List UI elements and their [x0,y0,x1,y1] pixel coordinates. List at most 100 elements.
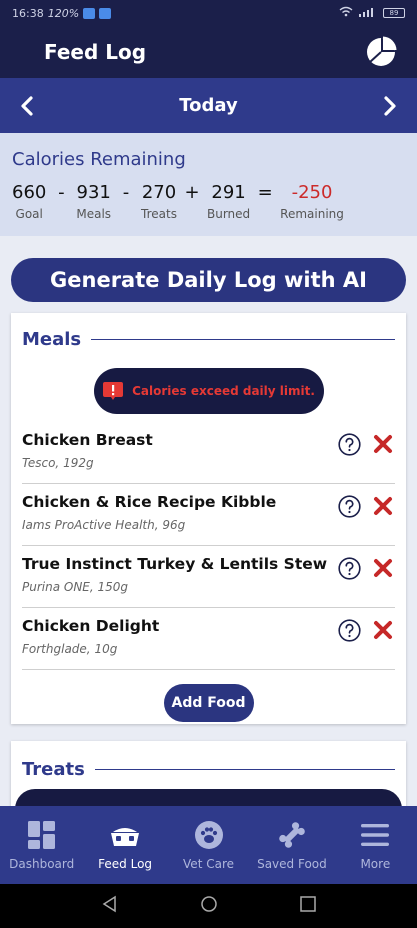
question-icon [338,618,361,642]
food-actions [338,432,395,456]
battery-icon: 89 [383,8,405,18]
food-actions [338,556,395,580]
back-button[interactable] [101,895,119,917]
page-title: Feed Log [44,40,147,64]
help-button[interactable] [338,494,361,518]
signal-icon [359,7,377,20]
calorie-label: Goal [15,207,43,221]
calorie-treats: 270 Treats [141,182,177,221]
food-brand: Iams ProActive Health, [22,518,159,532]
food-brand: Tesco, [22,456,60,470]
pie-chart-icon [367,36,397,66]
calorie-goal: 660 Goal [12,182,46,221]
delete-button[interactable] [371,494,395,518]
nav-label: Feed Log [98,857,153,871]
generate-log-ai-button[interactable]: Generate Daily Log with AI [11,258,406,302]
calories-equation: 660 Goal - 931 Meals - 270 Treats + 291 … [12,182,405,221]
delete-button[interactable] [371,556,395,580]
warning-text: Calories exceed daily limit. [132,384,315,398]
close-icon [374,435,392,453]
bone-icon [279,822,305,848]
calorie-label: Burned [206,207,251,221]
paw-icon [194,821,223,849]
list-item[interactable]: Chicken & Rice Recipe Kibble Iams ProAct… [22,484,395,546]
meals-card: Meals Calories exceed daily limit. Chick… [11,313,406,724]
food-amount: 150g [97,580,129,594]
system-navigation-bar [0,884,417,928]
operator: + [184,182,200,203]
section-header: Treats [22,759,395,780]
bottom-navigation: Dashboard Feed Log Vet Care Saved Food M… [0,806,417,884]
dashboard-icon [27,821,55,849]
home-button[interactable] [200,895,218,917]
nav-more[interactable]: More [334,806,417,884]
wifi-icon [339,6,353,20]
home-circle-icon [200,896,217,912]
food-brand: Purina ONE, [22,580,94,594]
recents-button[interactable] [299,895,317,917]
operator: - [122,182,130,203]
section-header: Meals [22,329,395,350]
food-brand: Forthglade, [22,642,91,656]
help-button[interactable] [338,618,361,642]
close-icon [374,621,392,639]
add-food-button[interactable]: Add Food [163,684,254,722]
help-button[interactable] [338,556,361,580]
calorie-value: 291 [211,182,246,203]
delete-button[interactable] [371,618,395,642]
nav-feed-log[interactable]: Feed Log [83,806,166,884]
food-meta: Tesco, 192g [22,456,395,470]
divider [91,339,395,340]
chevron-left-icon [21,95,33,116]
nav-dashboard[interactable]: Dashboard [0,806,83,884]
recents-square-icon [299,896,316,912]
question-icon [338,432,361,456]
notification-icon [83,7,96,19]
date-navigator: Today [0,78,417,133]
calorie-warning-banner: Calories exceed daily limit. [93,368,324,414]
network-speed: 120% [47,6,80,20]
close-icon [374,559,392,577]
next-day-button[interactable] [365,78,415,133]
divider [94,769,395,770]
meal-list: Chicken Breast Tesco, 192g Chicken & Ric… [22,422,395,670]
previous-day-button[interactable] [2,78,52,133]
food-actions [338,618,395,642]
operator: - [58,182,65,203]
nav-label: Saved Food [257,857,327,871]
nav-saved-food[interactable]: Saved Food [250,806,333,884]
calories-summary: Calories Remaining 660 Goal - 931 Meals … [0,133,417,236]
meals-title: Meals [22,329,82,350]
notification-icon [99,7,112,19]
chevron-right-icon [384,95,396,116]
food-meta: Iams ProActive Health, 96g [22,518,395,532]
food-amount: 10g [94,642,118,656]
calories-title: Calories Remaining [12,149,186,170]
question-icon [338,556,361,580]
calorie-value: 660 [12,182,47,203]
pie-chart-button[interactable] [363,34,399,70]
status-time: 16:38 [12,6,44,20]
help-button[interactable] [338,432,361,456]
menu-icon [361,824,390,846]
list-item[interactable]: True Instinct Turkey & Lentils Stew Puri… [22,546,395,608]
food-amount: 96g [162,518,186,532]
bowl-icon [111,828,140,846]
food-meta: Forthglade, 10g [22,642,395,656]
list-item[interactable]: Chicken Delight Forthglade, 10g [22,608,395,670]
treats-title: Treats [22,759,85,780]
delete-button[interactable] [371,432,395,456]
food-amount: 192g [63,456,94,470]
food-actions [338,494,395,518]
calorie-value: 931 [76,182,111,203]
app-header: Feed Log [0,26,417,78]
nav-label: Vet Care [183,857,234,871]
calorie-meals: 931 Meals [76,182,111,221]
calorie-burned: 291 Burned [207,182,250,221]
treats-card: Treats [11,741,406,811]
nav-vet-care[interactable]: Vet Care [167,806,250,884]
calorie-label: Meals [76,207,112,221]
calorie-label: Treats [141,207,177,221]
calorie-value: 270 [141,182,177,203]
list-item[interactable]: Chicken Breast Tesco, 192g [22,422,395,484]
